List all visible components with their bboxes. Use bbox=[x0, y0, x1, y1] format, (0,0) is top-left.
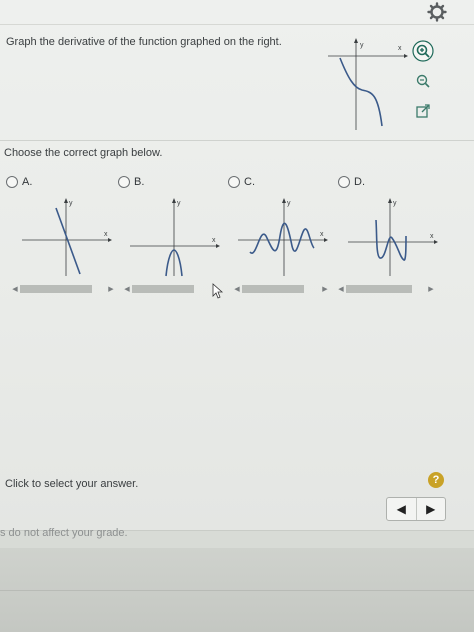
cut-off-text: s do not affect your grade. bbox=[0, 527, 128, 539]
next-button[interactable]: ▶ bbox=[417, 498, 446, 520]
option-c-scrollbar[interactable]: ◀ ▶ bbox=[232, 284, 330, 294]
given-x-label: x bbox=[398, 45, 402, 52]
gear-icon[interactable] bbox=[427, 2, 447, 22]
scroll-right-icon[interactable]: ▶ bbox=[320, 285, 330, 293]
divider bbox=[0, 590, 474, 591]
option-b[interactable]: B. bbox=[118, 176, 144, 188]
option-a-scrollbar[interactable]: ◀ ▶ bbox=[10, 284, 116, 294]
option-d-y-label: y bbox=[393, 200, 397, 207]
option-b-scrollbar[interactable]: ◀ bbox=[122, 284, 194, 294]
scroll-track[interactable] bbox=[346, 285, 412, 293]
prev-button[interactable]: ◀ bbox=[387, 498, 417, 520]
option-a-label: A. bbox=[22, 176, 33, 188]
option-a-x-label: x bbox=[104, 231, 108, 238]
option-b-label: B. bbox=[134, 176, 145, 188]
option-d[interactable]: D. bbox=[338, 176, 365, 188]
question-nav: ◀ ▶ bbox=[386, 497, 446, 521]
divider bbox=[0, 140, 474, 141]
mouse-cursor-icon bbox=[212, 283, 224, 299]
option-d-x-label: x bbox=[430, 233, 434, 240]
scroll-right-icon[interactable]: ▶ bbox=[426, 285, 436, 293]
option-a[interactable]: A. bbox=[6, 176, 32, 188]
help-button[interactable]: ? bbox=[428, 472, 444, 488]
zoom-out-icon[interactable] bbox=[412, 70, 434, 92]
zoom-in-icon[interactable] bbox=[412, 40, 434, 62]
option-c-y-label: y bbox=[287, 200, 291, 207]
choices-prompt: Choose the correct graph below. bbox=[4, 147, 163, 159]
scroll-track[interactable] bbox=[20, 285, 92, 293]
option-c[interactable]: C. bbox=[228, 176, 255, 188]
question-panel: Graph the derivative of the function gra… bbox=[0, 0, 474, 531]
option-b-x-label: x bbox=[212, 237, 216, 244]
scroll-left-icon[interactable]: ◀ bbox=[336, 285, 346, 293]
option-b-graph[interactable]: y x bbox=[128, 196, 224, 278]
option-a-y-label: y bbox=[69, 200, 73, 207]
option-b-y-label: y bbox=[177, 200, 181, 207]
background-area bbox=[0, 548, 474, 632]
radio-icon[interactable] bbox=[118, 176, 130, 188]
scroll-left-icon[interactable]: ◀ bbox=[232, 285, 242, 293]
option-d-graph[interactable]: y x bbox=[346, 196, 442, 278]
option-d-label: D. bbox=[354, 176, 365, 188]
scroll-right-icon[interactable]: ▶ bbox=[106, 285, 116, 293]
option-a-graph[interactable]: y x bbox=[20, 196, 116, 278]
scroll-left-icon[interactable]: ◀ bbox=[122, 285, 132, 293]
scroll-left-icon[interactable]: ◀ bbox=[10, 285, 20, 293]
question-text: Graph the derivative of the function gra… bbox=[6, 36, 282, 48]
option-c-x-label: x bbox=[320, 231, 324, 238]
instruction-text: Click to select your answer. bbox=[5, 478, 139, 490]
given-function-graph: y x bbox=[328, 38, 408, 130]
scroll-track[interactable] bbox=[132, 285, 194, 293]
option-c-graph[interactable]: y x bbox=[236, 196, 332, 278]
popout-icon[interactable] bbox=[412, 100, 434, 122]
given-y-label: y bbox=[360, 42, 364, 49]
option-d-scrollbar[interactable]: ◀ ▶ bbox=[336, 284, 436, 294]
radio-icon[interactable] bbox=[338, 176, 350, 188]
top-bar bbox=[0, 0, 474, 25]
option-c-label: C. bbox=[244, 176, 255, 188]
radio-icon[interactable] bbox=[228, 176, 240, 188]
scroll-track[interactable] bbox=[242, 285, 304, 293]
radio-icon[interactable] bbox=[6, 176, 18, 188]
